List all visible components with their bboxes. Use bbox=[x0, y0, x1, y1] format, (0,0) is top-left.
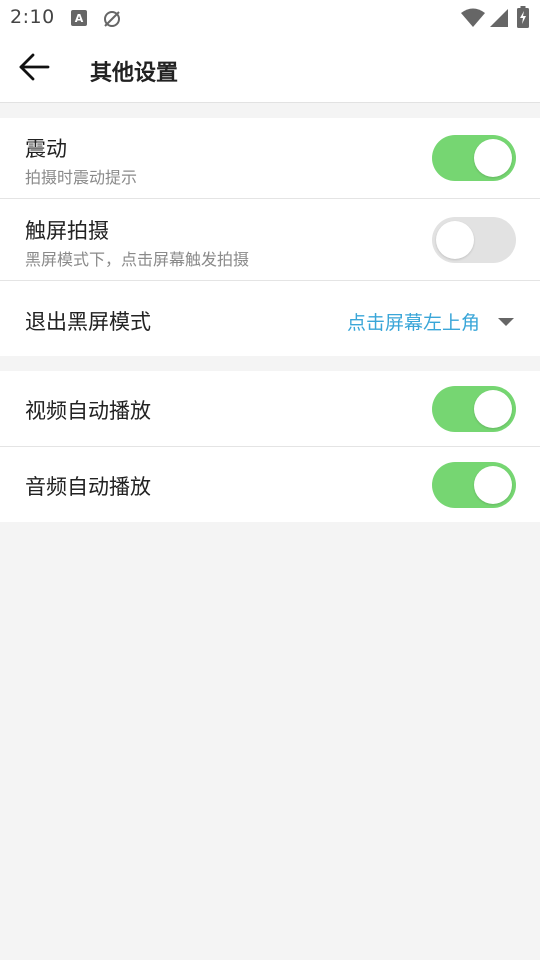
setting-row-video-autoplay[interactable]: 视频自动播放 bbox=[0, 371, 540, 447]
app-bar: 其他设置 bbox=[0, 36, 540, 103]
video-autoplay-toggle[interactable] bbox=[432, 386, 516, 432]
setting-row-audio-autoplay[interactable]: 音频自动播放 bbox=[0, 447, 540, 522]
setting-title: 视频自动播放 bbox=[25, 399, 151, 423]
audio-autoplay-toggle[interactable] bbox=[432, 462, 516, 508]
a-notification-icon: A bbox=[70, 9, 88, 31]
settings-group-playback: 视频自动播放 音频自动播放 bbox=[0, 371, 540, 522]
setting-row-vibration[interactable]: 震动 拍摄时震动提示 bbox=[0, 118, 540, 199]
page-title: 其他设置 bbox=[90, 61, 179, 86]
setting-subtitle: 黑屏模式下，点击屏幕触发拍摄 bbox=[25, 250, 250, 269]
exit-mode-value: 点击屏幕左上角 bbox=[346, 311, 480, 334]
dropdown-arrow-icon bbox=[498, 312, 514, 331]
sync-off-icon bbox=[102, 9, 122, 33]
setting-row-exit-black-screen[interactable]: 退出黑屏模式 点击屏幕左上角 bbox=[0, 281, 540, 356]
toggle-knob bbox=[474, 466, 512, 504]
battery-icon bbox=[517, 6, 529, 32]
vibration-toggle[interactable] bbox=[432, 135, 516, 181]
arrow-left-icon bbox=[18, 53, 50, 85]
back-button[interactable] bbox=[10, 45, 58, 93]
signal-icon bbox=[489, 8, 509, 32]
setting-title: 震动 bbox=[25, 137, 67, 161]
status-time: 2:10 bbox=[10, 6, 55, 28]
setting-title: 音频自动播放 bbox=[25, 475, 151, 499]
setting-row-touch-capture[interactable]: 触屏拍摄 黑屏模式下，点击屏幕触发拍摄 bbox=[0, 199, 540, 281]
toggle-knob bbox=[474, 390, 512, 428]
setting-title: 退出黑屏模式 bbox=[25, 310, 151, 334]
settings-group-shooting: 震动 拍摄时震动提示 触屏拍摄 黑屏模式下，点击屏幕触发拍摄 退出黑屏模式 点击… bbox=[0, 118, 540, 356]
touch-capture-toggle[interactable] bbox=[432, 217, 516, 263]
toggle-knob bbox=[436, 221, 474, 259]
wifi-icon bbox=[461, 8, 485, 32]
status-bar: 2:10 A bbox=[0, 0, 540, 36]
toggle-knob bbox=[474, 139, 512, 177]
setting-title: 触屏拍摄 bbox=[25, 219, 109, 243]
svg-text:A: A bbox=[75, 12, 84, 25]
setting-subtitle: 拍摄时震动提示 bbox=[25, 168, 138, 187]
exit-mode-select[interactable]: 点击屏幕左上角 bbox=[347, 307, 514, 335]
